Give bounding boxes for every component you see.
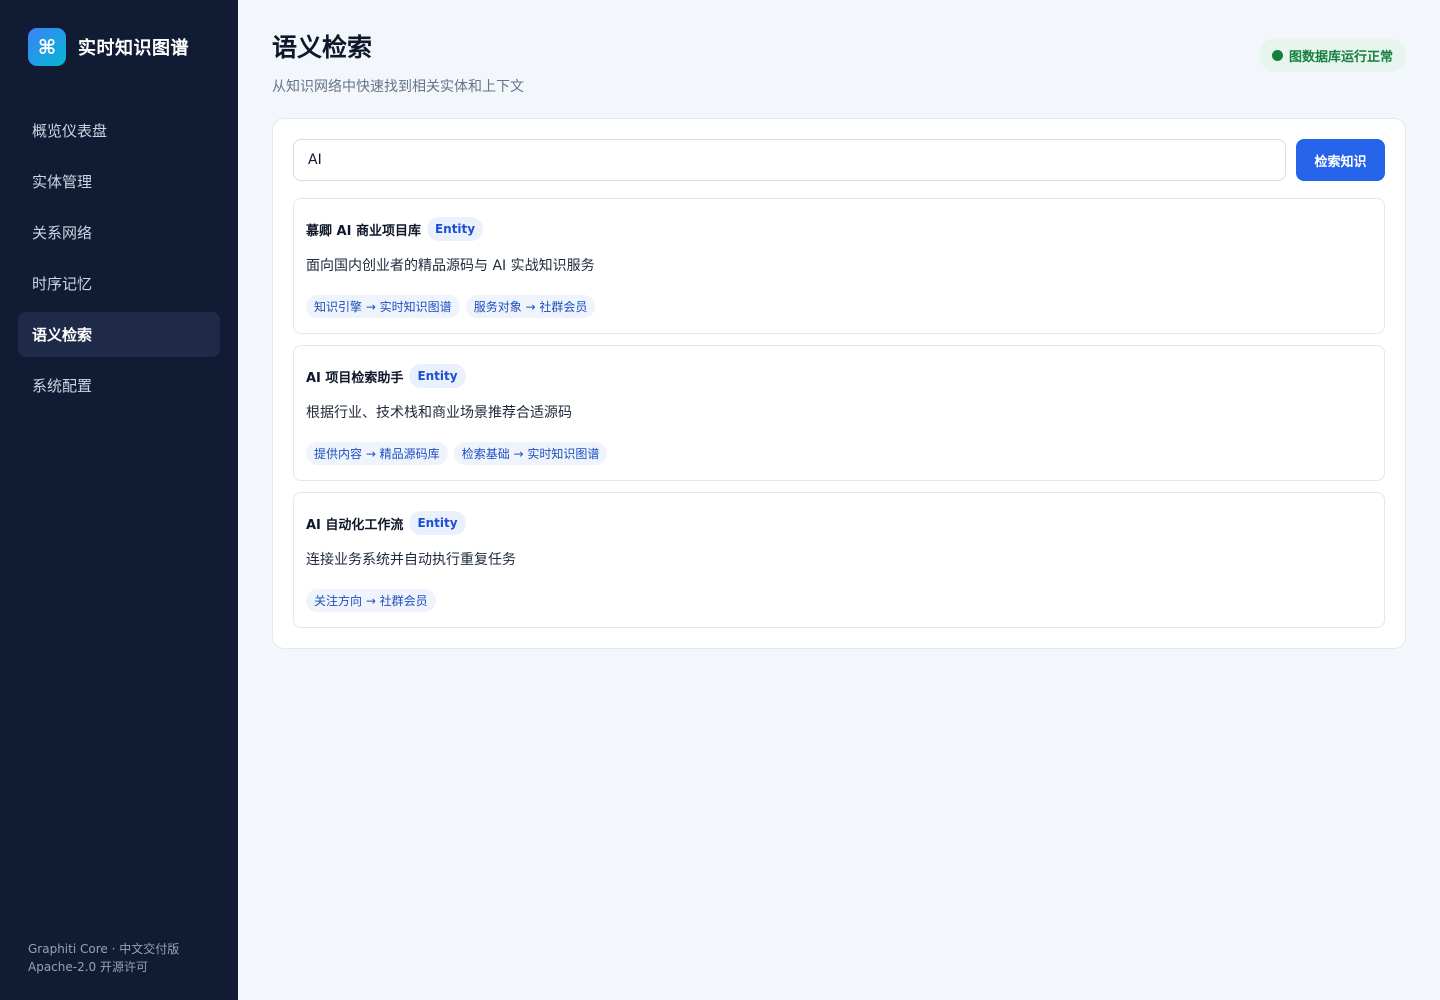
relation-tag[interactable]: 知识引擎 → 实时知识图谱: [306, 295, 460, 318]
result-tags: 提供内容 → 精品源码库 检索基础 → 实时知识图谱: [306, 442, 1372, 465]
entity-badge: Entity: [409, 364, 466, 388]
entity-badge: Entity: [409, 511, 466, 535]
relation-tag[interactable]: 检索基础 → 实时知识图谱: [453, 442, 608, 465]
search-button[interactable]: 检索知识: [1296, 139, 1385, 181]
sidebar-item-overview[interactable]: 概览仪表盘: [18, 108, 220, 153]
results-list: 慕卿 AI 商业项目库 Entity 面向国内创业者的精品源码与 AI 实战知识…: [293, 198, 1385, 628]
main-content: 语义检索 从知识网络中快速找到相关实体和上下文 图数据库运行正常 检索知识 慕卿…: [238, 0, 1440, 1000]
status-badge: 图数据库运行正常: [1258, 38, 1406, 72]
result-title: AI 自动化工作流: [306, 517, 404, 533]
result-description: 面向国内创业者的精品源码与 AI 实战知识服务: [306, 258, 595, 274]
header-text: 语义检索 从知识网络中快速找到相关实体和上下文: [272, 28, 524, 96]
sidebar: ⌘ 实时知识图谱 概览仪表盘 实体管理 关系网络 时序记忆 语义检索 系统配置 …: [0, 0, 238, 1000]
app-root: ⌘ 实时知识图谱 概览仪表盘 实体管理 关系网络 时序记忆 语义检索 系统配置 …: [0, 0, 1440, 1000]
status-dot-icon: [1271, 49, 1283, 61]
sidebar-footer: Graphiti Core · 中文交付版 Apache-2.0 开源许可: [18, 940, 220, 976]
result-description: 连接业务系统并自动执行重复任务: [306, 552, 516, 568]
brand: ⌘ 实时知识图谱: [18, 28, 220, 66]
relation-tag[interactable]: 关注方向 → 社群会员: [306, 589, 436, 612]
sidebar-item-entities[interactable]: 实体管理: [18, 159, 220, 204]
status-text: 图数据库运行正常: [1288, 49, 1393, 65]
result-tags: 关注方向 → 社群会员: [306, 589, 1372, 612]
page-subtitle: 从知识网络中快速找到相关实体和上下文: [272, 79, 524, 95]
footer-version: Graphiti Core · 中文交付版: [28, 942, 180, 956]
sidebar-item-relations[interactable]: 关系网络: [18, 210, 220, 255]
sidebar-nav: 概览仪表盘 实体管理 关系网络 时序记忆 语义检索 系统配置: [18, 108, 220, 408]
result-head: AI 自动化工作流 Entity: [306, 511, 1372, 535]
result-head: AI 项目检索助手 Entity: [306, 364, 1372, 388]
search-row: 检索知识: [293, 139, 1385, 181]
search-panel: 检索知识 慕卿 AI 商业项目库 Entity 面向国内创业者的精品源码与 AI…: [272, 118, 1406, 649]
result-tags: 知识引擎 → 实时知识图谱 服务对象 → 社群会员: [306, 295, 1372, 318]
result-title: 慕卿 AI 商业项目库: [306, 223, 421, 239]
sidebar-item-semantic-search[interactable]: 语义检索: [18, 312, 220, 357]
sidebar-item-temporal-memory[interactable]: 时序记忆: [18, 261, 220, 306]
result-description: 根据行业、技术栈和商业场景推荐合适源码: [306, 405, 572, 421]
sidebar-item-settings[interactable]: 系统配置: [18, 363, 220, 408]
footer-license: Apache-2.0 开源许可: [28, 960, 148, 974]
brand-title: 实时知识图谱: [78, 38, 189, 59]
result-head: 慕卿 AI 商业项目库 Entity: [306, 217, 1372, 241]
result-title: AI 项目检索助手: [306, 370, 404, 386]
entity-badge: Entity: [426, 217, 484, 241]
page-title: 语义检索: [272, 33, 373, 62]
relation-tag[interactable]: 提供内容 → 精品源码库: [306, 442, 448, 465]
page-header: 语义检索 从知识网络中快速找到相关实体和上下文 图数据库运行正常: [272, 28, 1406, 96]
result-card[interactable]: AI 自动化工作流 Entity 连接业务系统并自动执行重复任务 关注方向 → …: [293, 492, 1385, 628]
relation-tag[interactable]: 服务对象 → 社群会员: [465, 295, 596, 318]
search-input[interactable]: [293, 139, 1286, 181]
result-card[interactable]: 慕卿 AI 商业项目库 Entity 面向国内创业者的精品源码与 AI 实战知识…: [293, 198, 1385, 334]
result-card[interactable]: AI 项目检索助手 Entity 根据行业、技术栈和商业场景推荐合适源码 提供内…: [293, 345, 1385, 481]
command-icon: ⌘: [28, 28, 66, 66]
